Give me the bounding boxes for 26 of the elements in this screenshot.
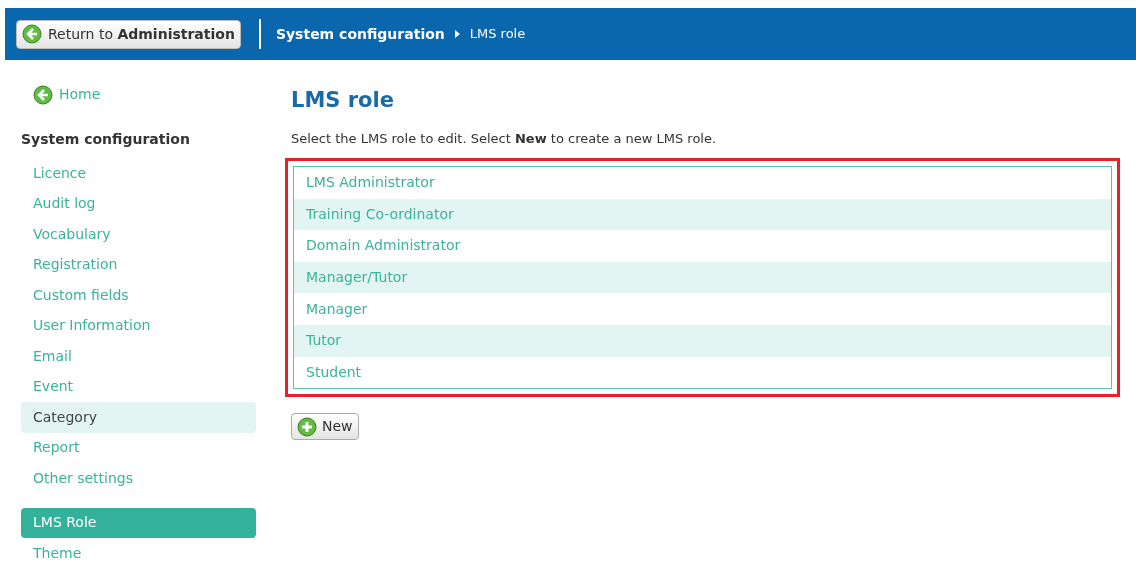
sidebar-item[interactable]: Audit log <box>21 188 256 219</box>
sidebar-item[interactable]: Licence <box>21 158 256 189</box>
page-title: LMS role <box>291 87 395 114</box>
sidebar-item[interactable]: User Information <box>21 310 256 341</box>
sidebar-item[interactable]: Event <box>21 371 256 402</box>
role-item[interactable]: Tutor <box>294 324 1111 357</box>
plus-icon <box>297 416 317 437</box>
sidebar-item[interactable]: Email <box>21 341 256 372</box>
role-item[interactable]: Manager/Tutor <box>294 261 1111 294</box>
breadcrumb-current: LMS role <box>469 25 526 44</box>
sidebar-section-title: System configuration <box>21 130 191 149</box>
sidebar-item[interactable]: Report <box>21 432 256 463</box>
breadcrumb-link[interactable]: System configuration <box>275 23 445 45</box>
return-button[interactable]: Return to Administration <box>16 19 241 49</box>
sidebar-item[interactable]: Other settings <box>21 463 256 494</box>
sidebar-item[interactable]: Registration <box>21 249 256 280</box>
sidebar-item[interactable]: Theme <box>21 538 256 569</box>
instruction-text: Select the LMS role to edit. Select New to create a new LMS role. <box>291 129 718 148</box>
sidebar-item[interactable]: Custom fields <box>21 280 256 311</box>
home-link[interactable]: Home <box>33 84 256 105</box>
role-item[interactable]: Training Co-ordinator <box>294 198 1111 231</box>
new-button[interactable]: New <box>291 413 359 441</box>
sidebar-item[interactable]: LMS Role <box>21 507 256 538</box>
sidebar-item[interactable]: Category <box>21 402 256 433</box>
sidebar-item[interactable]: Vocabulary <box>21 219 256 250</box>
breadcrumb-separator-icon <box>454 30 460 38</box>
